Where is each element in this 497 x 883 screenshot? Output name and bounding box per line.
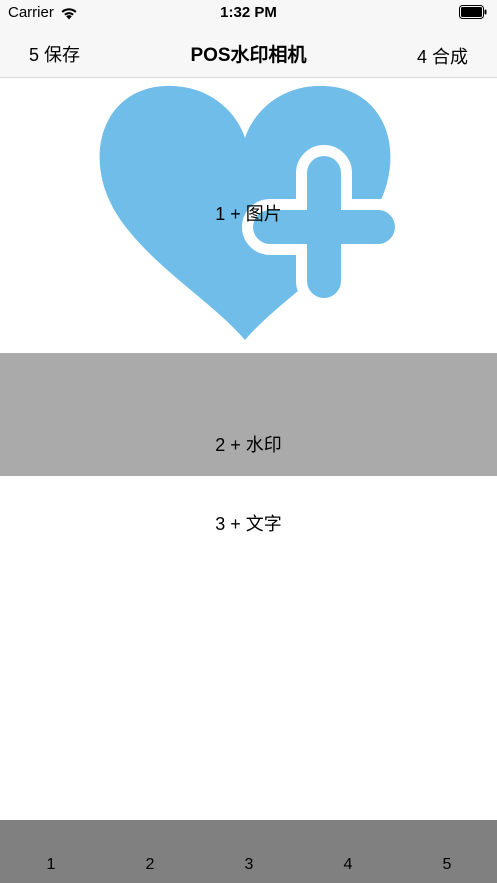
- tab-4[interactable]: 4: [328, 856, 368, 874]
- status-time: 1:32 PM: [220, 4, 277, 21]
- battery-icon: [459, 5, 487, 19]
- text-add-button[interactable]: 3 + 文字: [0, 510, 497, 536]
- tab-1[interactable]: 1: [31, 856, 71, 874]
- image-picker-area[interactable]: 1 + 图片: [0, 78, 497, 353]
- watermark-area[interactable]: 2 + 水印: [0, 353, 497, 476]
- tab-3[interactable]: 3: [229, 856, 269, 874]
- status-bar: Carrier 1:32 PM: [0, 0, 497, 26]
- bottom-toolbar: 1 2 3 4 5: [0, 820, 497, 883]
- compose-button[interactable]: 4 合成: [417, 43, 468, 69]
- image-label: 1 + 图片: [215, 204, 282, 224]
- navigation-bar: 5 保存 POS水印相机 4 合成: [0, 26, 497, 78]
- tab-5[interactable]: 5: [427, 856, 467, 874]
- watermark-label: 2 + 水印: [215, 435, 282, 455]
- tab-2[interactable]: 2: [130, 856, 170, 874]
